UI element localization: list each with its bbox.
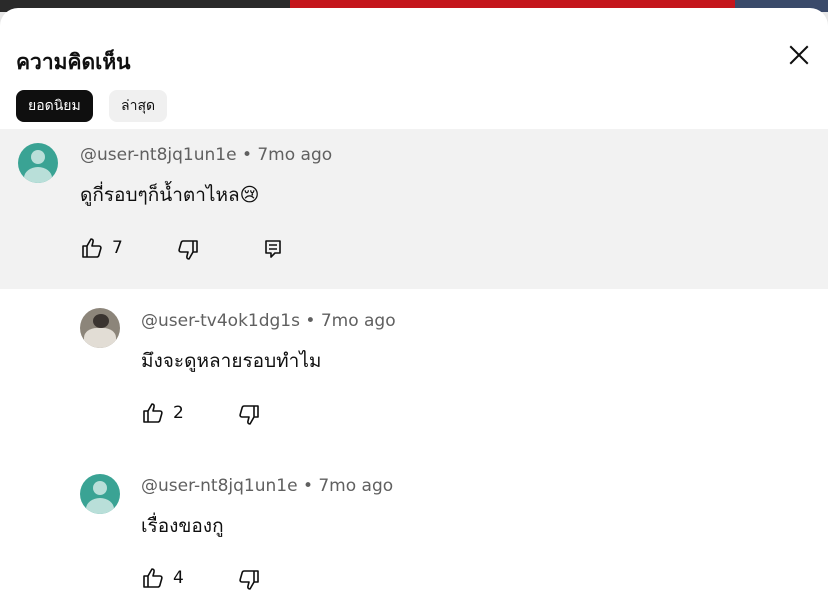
thumbs-up-icon	[82, 238, 102, 258]
comment-text: มึงจะดูหลายรอบทำไม	[141, 350, 322, 372]
chip-top-comments[interactable]: ยอดนิยม	[16, 90, 93, 122]
reply-button[interactable]	[261, 237, 285, 261]
avatar[interactable]	[80, 308, 120, 348]
comment-text: เรื่องของกู	[141, 515, 224, 537]
dislike-button[interactable]	[237, 568, 261, 592]
avatar[interactable]	[80, 474, 120, 514]
comment-text: ดูกี่รอบๆก็น้ำตาไหล😢	[80, 184, 260, 206]
avatar[interactable]	[18, 143, 58, 183]
sheet-title: ความคิดเห็น	[16, 50, 131, 74]
dislike-button[interactable]	[237, 403, 261, 427]
thumbs-up-icon	[143, 568, 163, 588]
like-count: 7	[112, 238, 123, 258]
chip-newest[interactable]: ล่าสุด	[109, 90, 168, 122]
like-button[interactable]: 4	[141, 566, 184, 590]
reply-icon	[265, 240, 281, 258]
comments-sheet: ความคิดเห็น ยอดนิยม ล่าสุด @user-nt8jq1u…	[0, 8, 828, 596]
close-icon[interactable]	[784, 40, 814, 70]
like-count: 4	[173, 568, 184, 588]
like-count: 2	[173, 403, 184, 423]
thumbs-up-icon	[143, 403, 163, 423]
comment-meta: @user-nt8jq1un1e • 7mo ago	[80, 145, 333, 165]
comment-meta: @user-nt8jq1un1e • 7mo ago	[141, 476, 394, 496]
thumbs-down-icon	[239, 570, 259, 590]
thumbs-down-icon	[178, 240, 198, 260]
like-button[interactable]: 2	[141, 401, 184, 425]
like-button[interactable]: 7	[80, 236, 123, 260]
thumbs-down-icon	[239, 405, 259, 425]
comment-meta: @user-tv4ok1dg1s • 7mo ago	[141, 311, 396, 331]
dislike-button[interactable]	[176, 238, 200, 262]
